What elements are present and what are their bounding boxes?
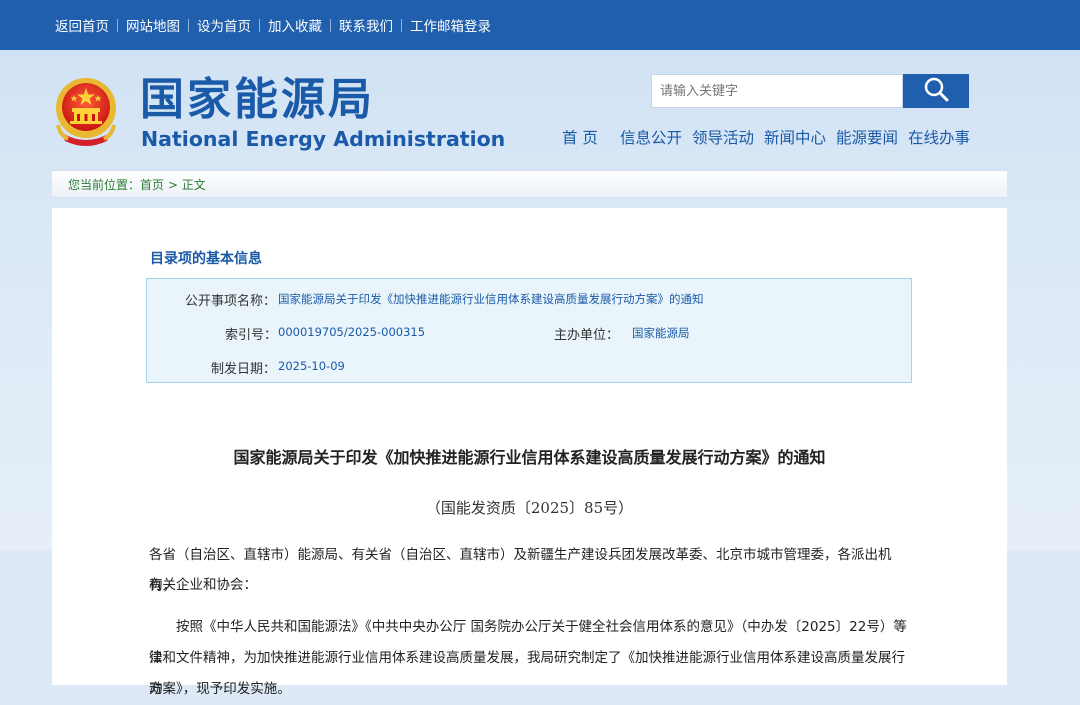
dept-value: 国家能源局 [632,326,690,340]
info-box: 公开事项名称： 国家能源局关于印发《加快推进能源行业信用体系建设高质量发展行动方… [146,278,912,383]
divider [188,18,189,32]
info-section-title: 目录项的基本信息 [150,251,262,267]
search-input[interactable] [651,74,903,108]
index-label: 索引号： [225,328,278,343]
dept-label: 主办单位： [554,328,620,343]
link-work-email[interactable]: 工作邮箱登录 [410,15,491,35]
nav-home[interactable]: 首 页 [562,126,598,148]
link-home[interactable]: 返回首页 [55,15,109,35]
nav-info-disclosure[interactable]: 信息公开 [620,126,682,148]
breadcrumb-separator: > [167,178,178,192]
index-value: 000019705/2025-000315 [278,325,426,339]
site-title-en: National Energy Administration [141,127,506,151]
recipients-line: 有关企业和协会： [149,577,257,593]
body-line: 方案》，现予印发实施。 [149,681,291,697]
breadcrumb: 您当前位置：首页 > 正文 [52,170,1007,198]
date-value: 2025-10-09 [278,359,345,373]
link-contact[interactable]: 联系我们 [339,15,393,35]
nav-energy-news[interactable]: 能源要闻 [836,126,898,148]
divider [117,18,118,32]
site-title-cn: 国家能源局 [140,74,375,125]
name-label: 公开事项名称： [185,294,277,309]
nav-online-services[interactable]: 在线办事 [908,126,970,148]
link-set-homepage[interactable]: 设为首页 [197,15,251,35]
search-icon [923,76,949,106]
divider [330,18,331,32]
national-emblem-icon[interactable] [52,75,120,147]
breadcrumb-prefix: 您当前位置： [68,178,141,192]
content-panel: 目录项的基本信息 公开事项名称： 国家能源局关于印发《加快推进能源行业信用体系建… [52,208,1007,697]
search-button[interactable] [903,74,969,108]
document-title: 国家能源局关于印发《加快推进能源行业信用体系建设高质量发展行动方案》的通知 [233,448,826,467]
nav-news-center[interactable]: 新闻中心 [764,126,826,148]
name-value: 国家能源局关于印发《加快推进能源行业信用体系建设高质量发展行动方案》的通知 [278,292,704,306]
top-bar: 返回首页 网站地图 设为首页 加入收藏 联系我们 工作邮箱登录 [0,0,1080,50]
breadcrumb-home[interactable]: 首页 [140,178,164,192]
top-links: 返回首页 网站地图 设为首页 加入收藏 联系我们 工作邮箱登录 [55,0,491,50]
document-number: （国能发资质〔2025〕85号） [425,499,634,517]
link-sitemap[interactable]: 网站地图 [126,15,180,35]
divider [259,18,260,32]
nav-leadership[interactable]: 领导活动 [692,126,754,148]
date-label: 制发日期： [211,362,277,377]
link-add-favorite[interactable]: 加入收藏 [268,15,322,35]
divider [401,18,402,32]
breadcrumb-current: 正文 [181,178,206,192]
